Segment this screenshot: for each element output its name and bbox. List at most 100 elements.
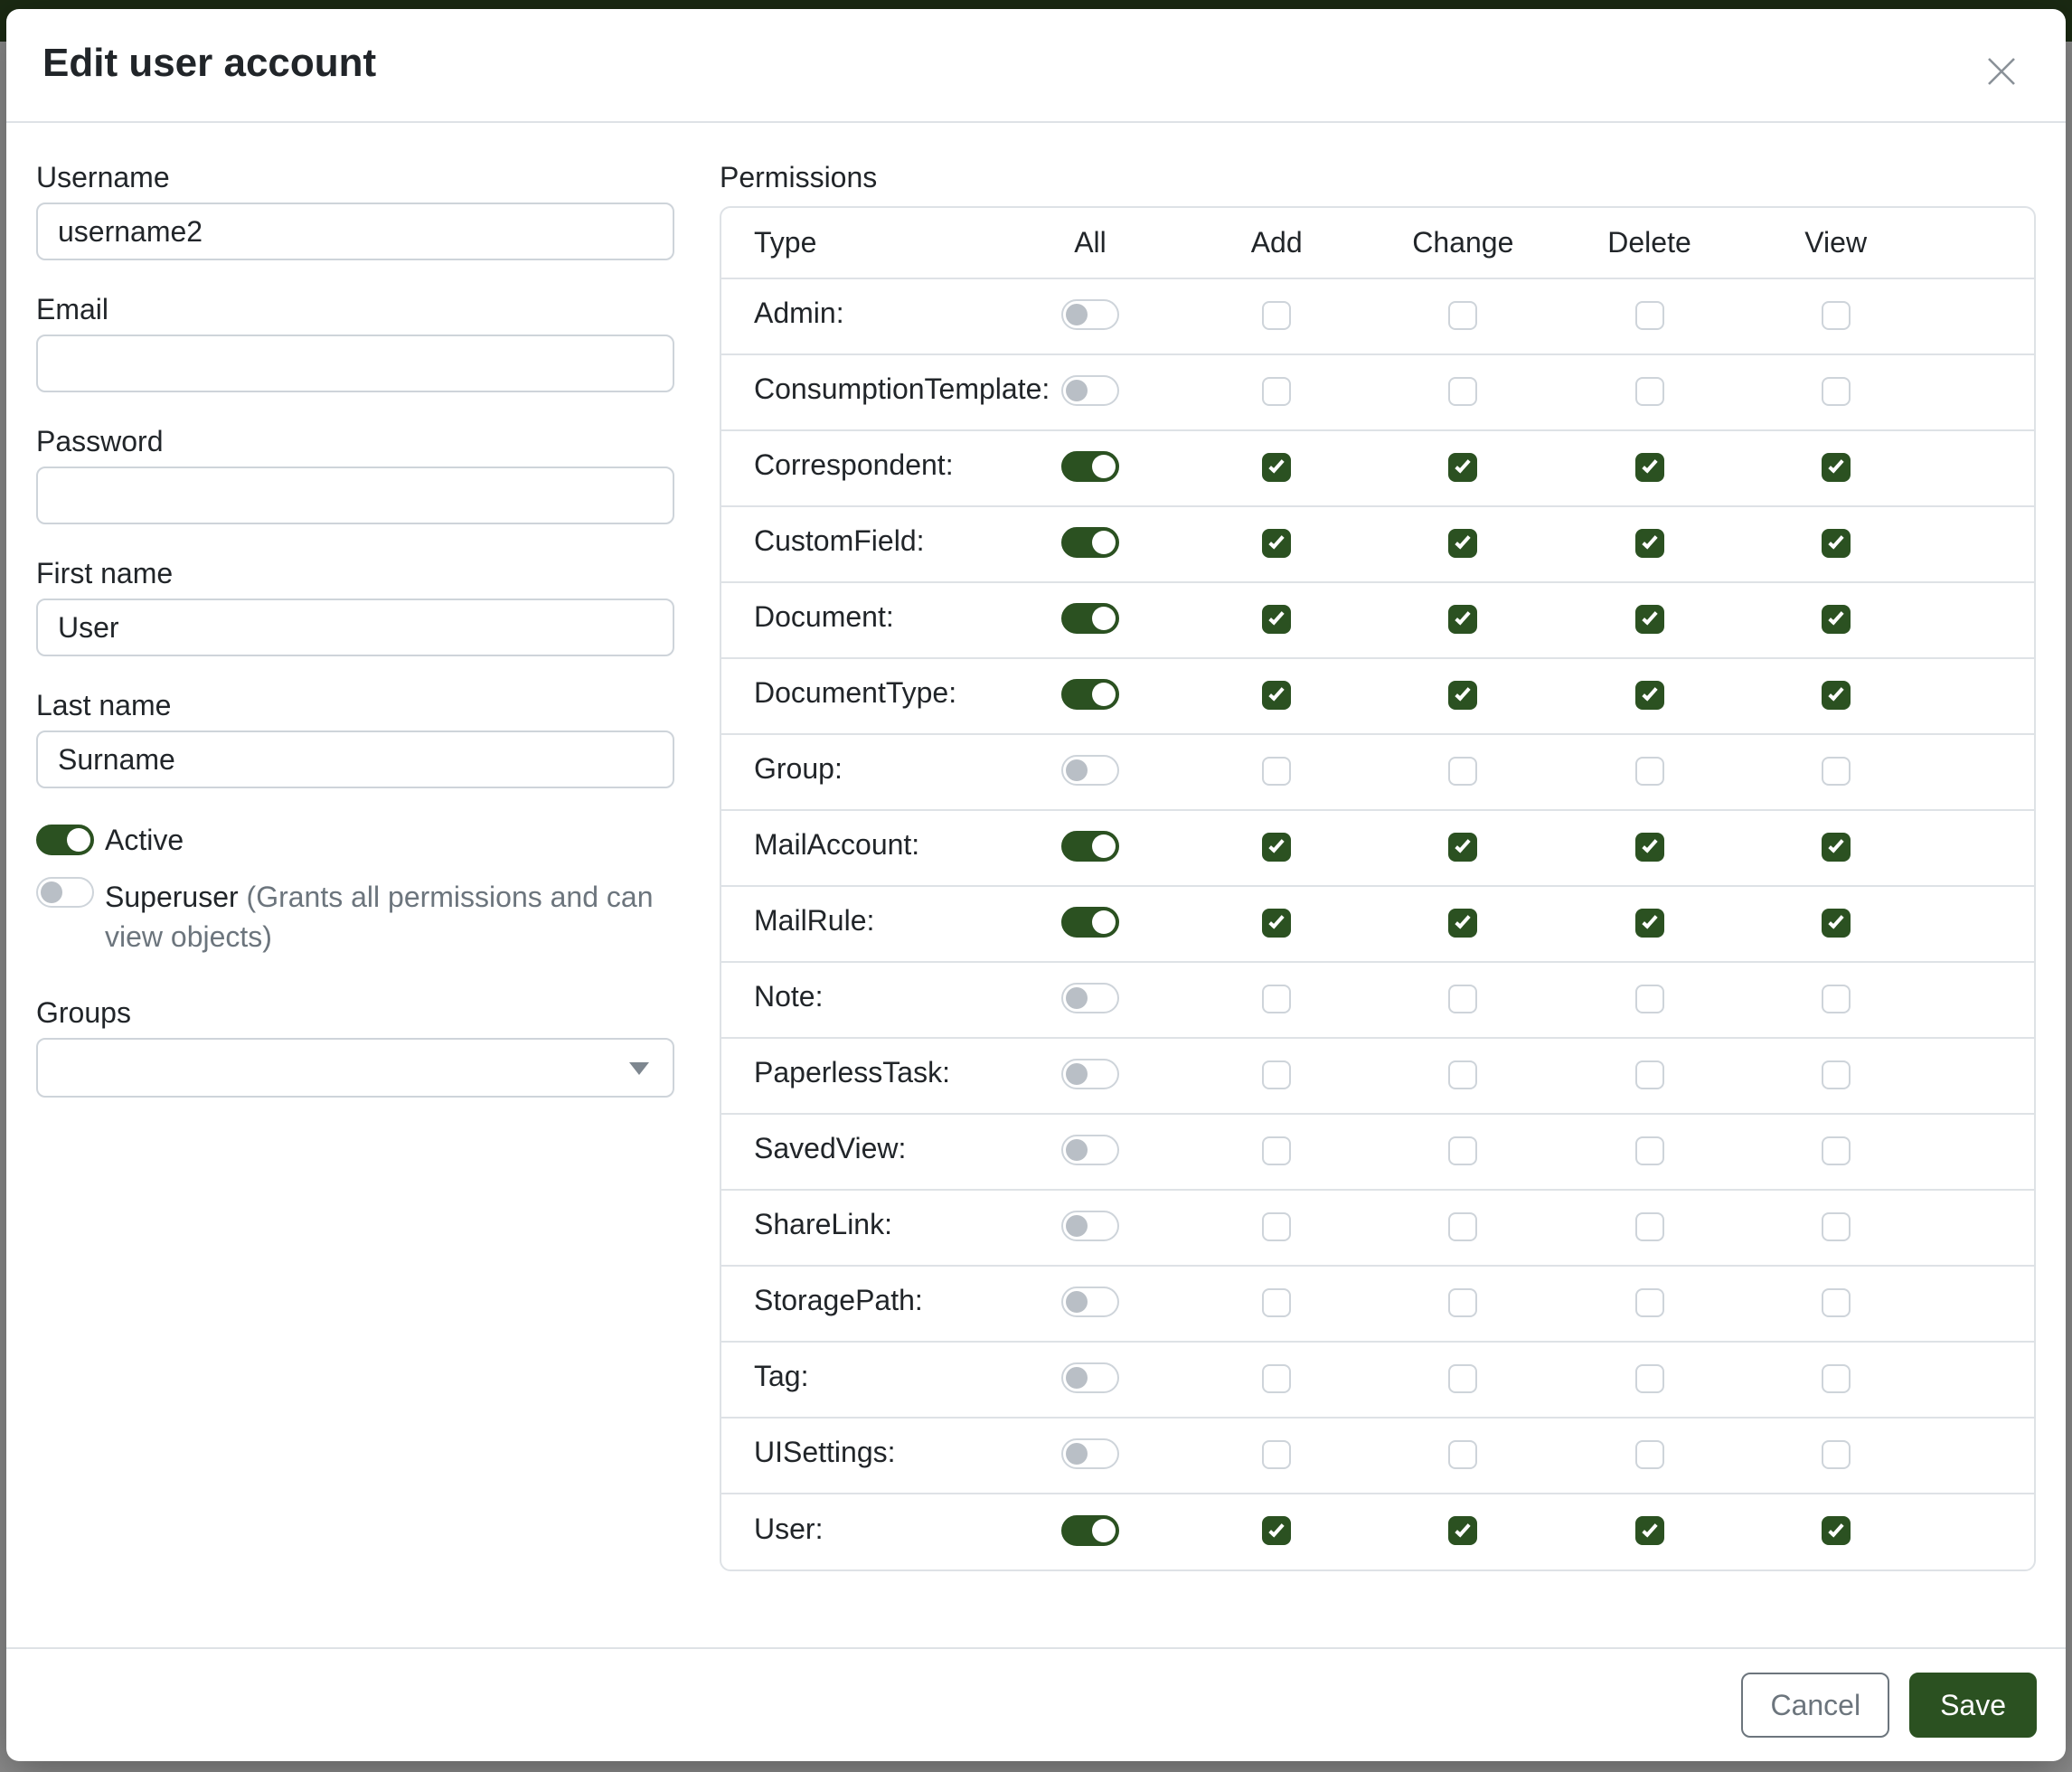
permission-add-checkbox[interactable] (1262, 1060, 1291, 1089)
email-input[interactable] (36, 335, 674, 392)
permission-all-toggle[interactable] (1061, 907, 1119, 938)
permission-view-checkbox[interactable] (1822, 909, 1851, 938)
permission-delete-checkbox[interactable] (1635, 1212, 1664, 1241)
permission-all-toggle[interactable] (1061, 1059, 1119, 1089)
permission-view-checkbox[interactable] (1822, 1136, 1851, 1165)
permission-delete-checkbox[interactable] (1635, 985, 1664, 1013)
permission-view-checkbox[interactable] (1822, 757, 1851, 786)
close-button[interactable] (1973, 43, 2030, 99)
permission-all-toggle[interactable] (1061, 1135, 1119, 1165)
permission-all-toggle[interactable] (1061, 1362, 1119, 1393)
permission-add-checkbox[interactable] (1262, 1212, 1291, 1241)
permission-change-checkbox[interactable] (1448, 1060, 1477, 1089)
permission-change-checkbox[interactable] (1448, 1212, 1477, 1241)
permission-delete-checkbox[interactable] (1635, 1060, 1664, 1089)
groups-select[interactable] (36, 1038, 674, 1098)
permission-add-checkbox[interactable] (1262, 453, 1291, 482)
permission-all-toggle[interactable] (1061, 527, 1119, 558)
permission-change-checkbox[interactable] (1448, 1364, 1477, 1393)
last-name-input[interactable] (36, 730, 674, 788)
permission-change-checkbox[interactable] (1448, 529, 1477, 558)
permission-change-checkbox[interactable] (1448, 1516, 1477, 1545)
active-toggle[interactable] (36, 825, 94, 855)
permission-delete-checkbox[interactable] (1635, 1364, 1664, 1393)
permission-delete-checkbox[interactable] (1635, 1136, 1664, 1165)
permission-change-checkbox[interactable] (1448, 377, 1477, 406)
permission-view-checkbox[interactable] (1822, 453, 1851, 482)
permission-add-checkbox[interactable] (1262, 1288, 1291, 1317)
permission-add-checkbox[interactable] (1262, 757, 1291, 786)
permission-all-toggle[interactable] (1061, 983, 1119, 1013)
password-input[interactable] (36, 467, 674, 524)
save-button[interactable]: Save (1909, 1673, 2037, 1738)
permission-all-toggle[interactable] (1061, 1211, 1119, 1241)
permission-all-toggle[interactable] (1061, 375, 1119, 406)
permission-add-checkbox[interactable] (1262, 301, 1291, 330)
permission-change-checkbox[interactable] (1448, 453, 1477, 482)
permission-add-checkbox[interactable] (1262, 1440, 1291, 1469)
permission-delete-checkbox[interactable] (1635, 909, 1664, 938)
permission-change-checkbox[interactable] (1448, 1288, 1477, 1317)
permission-view-checkbox[interactable] (1822, 1440, 1851, 1469)
permission-add-checkbox[interactable] (1262, 1136, 1291, 1165)
permission-delete-checkbox[interactable] (1635, 453, 1664, 482)
permission-all-toggle[interactable] (1061, 299, 1119, 330)
permission-add-checkbox[interactable] (1262, 681, 1291, 710)
permission-delete-checkbox[interactable] (1635, 833, 1664, 862)
permission-all-toggle[interactable] (1061, 755, 1119, 786)
permission-add-checkbox[interactable] (1262, 985, 1291, 1013)
permission-view-checkbox[interactable] (1822, 985, 1851, 1013)
permission-change-checkbox[interactable] (1448, 1440, 1477, 1469)
superuser-toggle[interactable] (36, 877, 94, 908)
permission-add-checkbox[interactable] (1262, 377, 1291, 406)
checkmark-icon (1268, 685, 1284, 702)
permission-delete-checkbox[interactable] (1635, 301, 1664, 330)
permissions-table-body: Admin:ConsumptionTemplate:Correspondent:… (721, 278, 2034, 1569)
username-input[interactable] (36, 203, 674, 260)
permission-view-checkbox[interactable] (1822, 605, 1851, 634)
permission-all-toggle[interactable] (1061, 1438, 1119, 1469)
permission-view-checkbox[interactable] (1822, 301, 1851, 330)
permission-all-toggle[interactable] (1061, 1287, 1119, 1317)
permission-all-toggle[interactable] (1061, 831, 1119, 862)
permission-change-checkbox[interactable] (1448, 605, 1477, 634)
permission-all-toggle[interactable] (1061, 603, 1119, 634)
cancel-button[interactable]: Cancel (1741, 1673, 1889, 1738)
permission-add-checkbox[interactable] (1262, 605, 1291, 634)
permission-view-checkbox[interactable] (1822, 1516, 1851, 1545)
permission-change-checkbox[interactable] (1448, 909, 1477, 938)
permission-view-checkbox[interactable] (1822, 681, 1851, 710)
permission-view-checkbox[interactable] (1822, 1288, 1851, 1317)
permission-view-checkbox[interactable] (1822, 529, 1851, 558)
permission-change-checkbox[interactable] (1448, 1136, 1477, 1165)
permission-all-toggle[interactable] (1061, 451, 1119, 482)
permission-add-checkbox[interactable] (1262, 1364, 1291, 1393)
permission-change-checkbox[interactable] (1448, 985, 1477, 1013)
column-header-delete: Delete (1556, 208, 1742, 278)
permission-view-checkbox[interactable] (1822, 1364, 1851, 1393)
permission-view-checkbox[interactable] (1822, 377, 1851, 406)
permission-delete-checkbox[interactable] (1635, 681, 1664, 710)
toggle-knob (1066, 1367, 1088, 1389)
permission-delete-checkbox[interactable] (1635, 1516, 1664, 1545)
permission-add-checkbox[interactable] (1262, 1516, 1291, 1545)
permission-delete-checkbox[interactable] (1635, 757, 1664, 786)
permission-change-checkbox[interactable] (1448, 681, 1477, 710)
permission-add-checkbox[interactable] (1262, 833, 1291, 862)
permission-delete-checkbox[interactable] (1635, 1288, 1664, 1317)
permission-all-toggle[interactable] (1061, 679, 1119, 710)
permission-view-checkbox[interactable] (1822, 1060, 1851, 1089)
permission-add-checkbox[interactable] (1262, 529, 1291, 558)
permission-add-checkbox[interactable] (1262, 909, 1291, 938)
permission-view-checkbox[interactable] (1822, 1212, 1851, 1241)
permission-delete-checkbox[interactable] (1635, 377, 1664, 406)
permission-change-checkbox[interactable] (1448, 301, 1477, 330)
first-name-input[interactable] (36, 599, 674, 656)
permission-delete-checkbox[interactable] (1635, 1440, 1664, 1469)
permission-change-checkbox[interactable] (1448, 833, 1477, 862)
permission-delete-checkbox[interactable] (1635, 529, 1664, 558)
permission-delete-checkbox[interactable] (1635, 605, 1664, 634)
permission-change-checkbox[interactable] (1448, 757, 1477, 786)
permission-view-checkbox[interactable] (1822, 833, 1851, 862)
permission-all-toggle[interactable] (1061, 1515, 1119, 1546)
